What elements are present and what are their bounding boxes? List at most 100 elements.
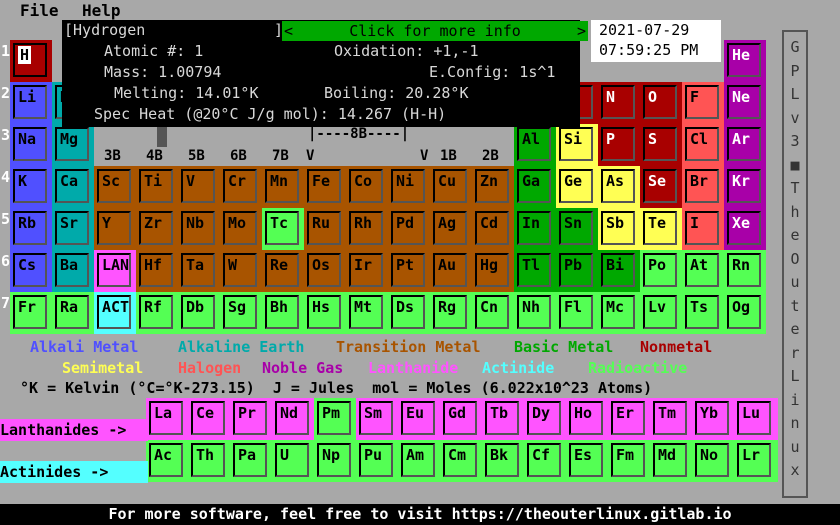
element-ne[interactable]: Ne <box>724 82 766 124</box>
element-lr[interactable]: Lr <box>734 440 776 482</box>
element-ds[interactable]: Ds <box>388 292 430 334</box>
element-zr[interactable]: Zr <box>136 208 178 250</box>
element-ar[interactable]: Ar <box>724 124 766 166</box>
element-as[interactable]: As <box>598 166 640 208</box>
element-sr[interactable]: Sr <box>52 208 94 250</box>
element-os[interactable]: Os <box>304 250 346 292</box>
element-fe[interactable]: Fe <box>304 166 346 208</box>
element-pr[interactable]: Pr <box>230 398 272 440</box>
element-o[interactable]: O <box>640 82 682 124</box>
element-y[interactable]: Y <box>94 208 136 250</box>
element-rb[interactable]: Rb <box>10 208 52 250</box>
element-sn[interactable]: Sn <box>556 208 598 250</box>
element-pm[interactable]: Pm <box>314 398 356 440</box>
element-ac[interactable]: Ac <box>146 440 188 482</box>
element-bh[interactable]: Bh <box>262 292 304 334</box>
element-sg[interactable]: Sg <box>220 292 262 334</box>
element-re[interactable]: Re <box>262 250 304 292</box>
element-cm[interactable]: Cm <box>440 440 482 482</box>
element-pt[interactable]: Pt <box>388 250 430 292</box>
element-nd[interactable]: Nd <box>272 398 314 440</box>
element-li[interactable]: Li <box>10 82 52 124</box>
element-sm[interactable]: Sm <box>356 398 398 440</box>
element-yb[interactable]: Yb <box>692 398 734 440</box>
element-sc[interactable]: Sc <box>94 166 136 208</box>
element-ti[interactable]: Ti <box>136 166 178 208</box>
element-mg[interactable]: Mg <box>52 124 94 166</box>
more-info-button[interactable]: < Click for more info > <box>282 21 588 41</box>
element-mo[interactable]: Mo <box>220 208 262 250</box>
element-w[interactable]: W <box>220 250 262 292</box>
element-ga[interactable]: Ga <box>514 166 556 208</box>
element-bk[interactable]: Bk <box>482 440 524 482</box>
element-gd[interactable]: Gd <box>440 398 482 440</box>
element-fm[interactable]: Fm <box>608 440 650 482</box>
element-rg[interactable]: Rg <box>430 292 472 334</box>
element-at[interactable]: At <box>682 250 724 292</box>
element-hs[interactable]: Hs <box>304 292 346 334</box>
element-ni[interactable]: Ni <box>388 166 430 208</box>
element-lan[interactable]: LAN <box>94 250 136 292</box>
element-th[interactable]: Th <box>188 440 230 482</box>
element-au[interactable]: Au <box>430 250 472 292</box>
element-pu[interactable]: Pu <box>356 440 398 482</box>
element-po[interactable]: Po <box>640 250 682 292</box>
element-v[interactable]: V <box>178 166 220 208</box>
element-ag[interactable]: Ag <box>430 208 472 250</box>
element-cf[interactable]: Cf <box>524 440 566 482</box>
element-u[interactable]: U <box>272 440 314 482</box>
element-f[interactable]: F <box>682 82 724 124</box>
element-cn[interactable]: Cn <box>472 292 514 334</box>
element-rf[interactable]: Rf <box>136 292 178 334</box>
element-np[interactable]: Np <box>314 440 356 482</box>
element-fr[interactable]: Fr <box>10 292 52 334</box>
element-bi[interactable]: Bi <box>598 250 640 292</box>
element-zn[interactable]: Zn <box>472 166 514 208</box>
element-i[interactable]: I <box>682 208 724 250</box>
element-se[interactable]: Se <box>640 166 682 208</box>
element-fl[interactable]: Fl <box>556 292 598 334</box>
element-lv[interactable]: Lv <box>640 292 682 334</box>
element-hf[interactable]: Hf <box>136 250 178 292</box>
element-er[interactable]: Er <box>608 398 650 440</box>
element-in[interactable]: In <box>514 208 556 250</box>
element-ra[interactable]: Ra <box>52 292 94 334</box>
element-mc[interactable]: Mc <box>598 292 640 334</box>
menu-help[interactable]: Help <box>82 1 121 20</box>
element-tm[interactable]: Tm <box>650 398 692 440</box>
element-hg[interactable]: Hg <box>472 250 514 292</box>
element-am[interactable]: Am <box>398 440 440 482</box>
element-es[interactable]: Es <box>566 440 608 482</box>
element-cs[interactable]: Cs <box>10 250 52 292</box>
element-lu[interactable]: Lu <box>734 398 776 440</box>
element-kr[interactable]: Kr <box>724 166 766 208</box>
element-pd[interactable]: Pd <box>388 208 430 250</box>
element-pa[interactable]: Pa <box>230 440 272 482</box>
element-xe[interactable]: Xe <box>724 208 766 250</box>
element-na[interactable]: Na <box>10 124 52 166</box>
element-n[interactable]: N <box>598 82 640 124</box>
element-eu[interactable]: Eu <box>398 398 440 440</box>
element-he[interactable]: He <box>724 40 766 82</box>
element-dy[interactable]: Dy <box>524 398 566 440</box>
element-ce[interactable]: Ce <box>188 398 230 440</box>
element-nh[interactable]: Nh <box>514 292 556 334</box>
element-ta[interactable]: Ta <box>178 250 220 292</box>
element-tb[interactable]: Tb <box>482 398 524 440</box>
element-cu[interactable]: Cu <box>430 166 472 208</box>
element-cl[interactable]: Cl <box>682 124 724 166</box>
menu-file[interactable]: File <box>20 1 59 20</box>
element-ca[interactable]: Ca <box>52 166 94 208</box>
element-mt[interactable]: Mt <box>346 292 388 334</box>
element-act[interactable]: ACT <box>94 292 136 334</box>
element-tl[interactable]: Tl <box>514 250 556 292</box>
element-la[interactable]: La <box>146 398 188 440</box>
element-md[interactable]: Md <box>650 440 692 482</box>
element-cr[interactable]: Cr <box>220 166 262 208</box>
element-ho[interactable]: Ho <box>566 398 608 440</box>
element-ge[interactable]: Ge <box>556 166 598 208</box>
element-nb[interactable]: Nb <box>178 208 220 250</box>
element-cd[interactable]: Cd <box>472 208 514 250</box>
element-p[interactable]: P <box>598 124 640 166</box>
element-sb[interactable]: Sb <box>598 208 640 250</box>
